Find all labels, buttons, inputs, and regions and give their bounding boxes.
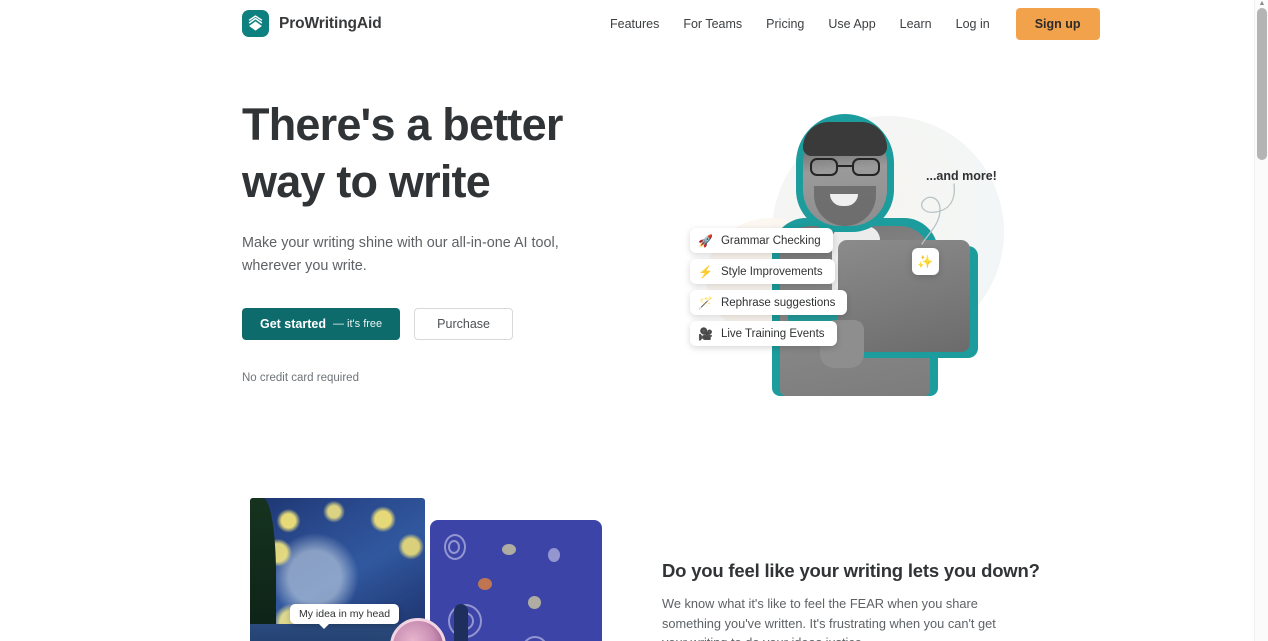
- get-started-suffix: — it's free: [333, 318, 383, 330]
- eyeglasses-icon: [810, 158, 880, 176]
- site-header: ProWritingAid Features For Teams Pricing…: [0, 0, 1254, 48]
- get-started-label: Get started: [260, 317, 326, 331]
- brand-name: ProWritingAid: [279, 14, 382, 32]
- feature-card-label: Rephrase suggestions: [720, 296, 836, 309]
- idea-label: My idea in my head: [290, 604, 400, 629]
- hero-title-line-2: way to write: [242, 156, 491, 207]
- nav-item-features[interactable]: Features: [598, 11, 671, 37]
- hero-illustration: ...and more! ✨ 🚀 Grammar Checking ⚡ Styl…: [660, 98, 1025, 396]
- feature-card-live-training-events[interactable]: 🎥 Live Training Events: [690, 321, 837, 346]
- and-more-label: ...and more!: [926, 169, 997, 183]
- stacked-pages-icon: [242, 10, 269, 37]
- lower-illustration: My idea in my head: [242, 490, 602, 641]
- get-started-button[interactable]: Get started — it's free: [242, 308, 401, 340]
- lower-section-paragraph: We know what it's like to feel the FEAR …: [662, 596, 996, 641]
- hero-subtitle: Make your writing shine with our all-in-…: [242, 235, 559, 274]
- no-credit-card-note: No credit card required: [242, 372, 359, 384]
- purchase-button[interactable]: Purchase: [414, 308, 513, 340]
- flat-cypress-tree: [454, 604, 468, 641]
- scrollbar-up-arrow[interactable]: ▲: [1258, 0, 1266, 7]
- sign-up-button[interactable]: Sign up: [1015, 8, 1100, 40]
- magic-wand-icon: 🪄: [698, 295, 713, 310]
- lightning-icon: ⚡: [698, 264, 713, 279]
- nav-item-pricing[interactable]: Pricing: [754, 11, 816, 37]
- hero-button-group: Get started — it's free Purchase: [242, 308, 622, 340]
- nav-item-log-in[interactable]: Log in: [944, 11, 1002, 37]
- cypress-tree: [250, 498, 276, 641]
- sparkle-icon: ✨: [912, 248, 939, 275]
- page-scrollbar[interactable]: ▲: [1254, 0, 1268, 641]
- feature-card-grammar-checking[interactable]: 🚀 Grammar Checking: [690, 228, 833, 253]
- nav-item-use-app[interactable]: Use App: [816, 11, 887, 37]
- feature-card-rephrase-suggestions[interactable]: 🪄 Rephrase suggestions: [690, 290, 848, 315]
- hero-content: There's a better way to write Make your …: [242, 96, 622, 384]
- main-navigation: Features For Teams Pricing Use App Learn…: [598, 0, 1100, 48]
- feature-card-label: Live Training Events: [720, 327, 825, 340]
- nav-item-learn[interactable]: Learn: [888, 11, 944, 37]
- rocket-icon: 🚀: [698, 233, 713, 248]
- page-title: There's a better way to write: [242, 96, 622, 210]
- scrollbar-thumb[interactable]: [1257, 8, 1267, 160]
- feature-card-label: Grammar Checking: [720, 234, 821, 247]
- nav-item-for-teams[interactable]: For Teams: [671, 11, 754, 37]
- brand-logo-link[interactable]: ProWritingAid: [242, 10, 382, 37]
- feature-card-label: Style Improvements: [720, 265, 823, 278]
- video-camera-icon: 🎥: [698, 326, 713, 341]
- lower-section-title: Do you feel like your writing lets you d…: [662, 560, 1040, 581]
- feature-card-style-improvements[interactable]: ⚡ Style Improvements: [690, 259, 835, 284]
- hero-title-line-1: There's a better: [242, 99, 563, 150]
- person-hair: [803, 122, 887, 156]
- lower-section-text: Do you feel like your writing lets you d…: [662, 560, 1040, 641]
- flat-artwork-panel: [430, 520, 602, 641]
- page-root: ProWritingAid Features For Teams Pricing…: [0, 0, 1268, 641]
